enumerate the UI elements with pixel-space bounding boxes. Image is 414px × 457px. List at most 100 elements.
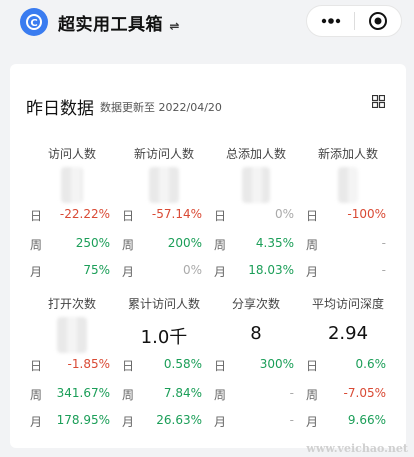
period-label: 月 [214,415,227,429]
period-label: 日 [214,209,227,223]
top-bar: C 超实用工具箱 ⇌ [0,0,414,44]
change-value: 300% [259,357,294,371]
bottom-metrics-section: 打开次数日 -1.85% 周 341.67% 月 178.95% 累计访问人数 1.0千日 0.… [26,295,394,445]
period-label: 日 [122,209,135,223]
watermark: www.veichao.net [306,442,408,455]
metric-name: 新添加人数 [317,147,378,161]
metric-value: 2.94 [327,323,369,344]
mini-program-capsule [306,5,402,37]
metric-row-month: 月 0% [122,263,202,279]
change-value: 26.63% [156,413,202,427]
change-value: -100% [347,207,386,221]
period-label: 日 [122,359,135,373]
change-value: -7.05% [343,386,386,400]
change-value: - [381,236,386,250]
change-value: 250% [75,236,110,250]
change-value: 341.67% [56,386,110,400]
change-value: -22.22% [59,207,110,221]
metric-top_metrics-1: 新访问人数日 -57.14% 周 200% 月 0% [118,145,210,295]
metric-row-month: 月 178.95% [30,413,110,429]
metric-row-month: 月- [306,263,386,279]
period-label: 日 [306,209,319,223]
metric-row-day: 日 -1.85% [30,357,110,373]
metric-row-day: 日 -22.22% [30,207,110,223]
change-value: 0.58% [163,357,202,371]
grid-view-icon[interactable] [372,95,385,108]
period-label: 日 [306,359,319,373]
blurred-value [338,167,358,203]
metric-row-day: 日 -57.14% [122,207,202,223]
period-label: 月 [122,415,135,429]
blurred-value [57,317,87,353]
metric-top_metrics-0: 访问人数日 -22.22% 周 250% 月 75% [26,145,118,295]
period-label: 月 [306,265,319,279]
metric-row-day: 日 300% [214,357,294,373]
period-label: 日 [30,359,43,373]
more-button[interactable] [307,6,354,36]
metric-name: 访问人数 [47,147,96,161]
metric-row-week: 周- [306,236,386,252]
update-date-text: 数据更新至 2022/04/20 [100,101,222,114]
metric-bottom_metrics-1: 累计访问人数 1.0千日 0.58% 周 7.84% 月 26.63% [118,295,210,445]
change-value: 18.03% [248,263,294,277]
period-label: 月 [214,265,227,279]
change-value: 200% [167,236,202,250]
app-logo-icon: C [20,8,48,36]
change-value: 4.35% [255,236,294,250]
blurred-value [61,167,83,203]
metric-value: 1.0千 [140,327,188,348]
period-label: 日 [30,209,43,223]
change-value: 75% [83,263,110,277]
change-value: 9.66% [347,413,386,427]
metric-row-week: 周 250% [30,236,110,252]
card-title: 昨日数据 [26,99,94,119]
svg-text:C: C [30,18,37,29]
blurred-value [242,167,270,203]
change-value: 0% [274,207,294,221]
metric-row-week: 周- [214,386,294,402]
metric-bottom_metrics-3: 平均访问深度 2.94 日 0.6% 周 -7.05% 月 9.66% [302,295,394,445]
change-value: 0.6% [355,357,387,371]
metric-row-month: 月 18.03% [214,263,294,279]
change-value: 178.95% [56,413,110,427]
period-label: 周 [306,388,319,402]
metric-row-week: 周 7.84% [122,386,202,402]
metric-row-day: 日 -100% [306,207,386,223]
period-label: 日 [214,359,227,373]
yesterday-data-card: 昨日数据 数据更新至 2022/04/20 访问人数日 -22.22% 周 250% 月… [10,64,406,448]
close-target-icon [368,12,387,30]
metric-row-month: 月- [214,413,294,429]
metric-top_metrics-2: 总添加人数日 0% 周 4.35% 月 18.03% [210,145,302,295]
change-value: -1.85% [67,357,110,371]
switch-icon: ⇌ [169,19,180,33]
metric-bottom_metrics-2: 分享次数 8 日 300% 周 - 月 - [210,295,302,445]
period-label: 月 [122,265,135,279]
period-label: 月 [30,415,43,429]
metric-name: 总添加人数 [225,147,286,161]
metric-row-week: 周 341.67% [30,386,110,402]
period-label: 周 [30,388,43,402]
top-metrics-section: 访问人数日 -22.22% 周 250% 月 75% 新访问人数日 -57.14% 周 200% 月… [26,145,394,295]
app-title[interactable]: 超实用工具箱 ⇌ [58,10,180,35]
metric-row-week: 周 200% [122,236,202,252]
change-value: - [289,386,294,400]
metric-row-day: 日 0.6% [306,357,386,373]
period-label: 周 [122,238,135,252]
period-label: 周 [122,388,135,402]
close-button[interactable] [355,6,401,36]
metric-row-month: 月 9.66% [306,413,386,429]
change-value: 7.84% [163,386,202,400]
metric-value: 8 [250,323,262,344]
period-label: 月 [306,415,319,429]
metric-row-month: 月 75% [30,263,110,279]
period-label: 周 [214,238,227,252]
period-label: 周 [214,388,227,402]
metric-row-day: 日 0.58% [122,357,202,373]
change-value: 0% [182,263,202,277]
app-title-text: 超实用工具箱 [58,15,163,35]
change-value: - [381,263,386,277]
more-dots-icon [321,18,340,24]
metric-name: 分享次数 [231,297,280,311]
metric-top_metrics-3: 新添加人数日 -100% 周 - 月 - [302,145,394,295]
metric-name: 新访问人数 [133,147,194,161]
